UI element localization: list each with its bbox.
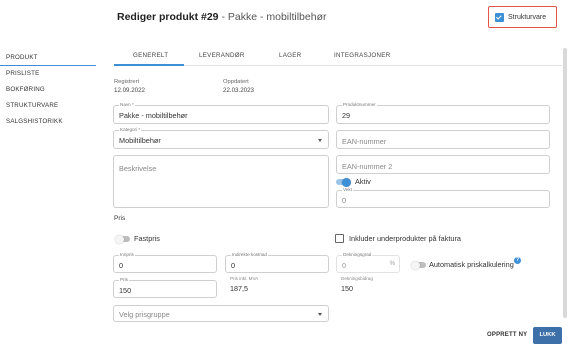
strukturvare-checkbox[interactable]: Strukturvare [488, 6, 557, 28]
chevron-down-icon [318, 139, 322, 142]
kategori-value: Mobiltilbehør [119, 136, 161, 145]
chevron-down-icon [318, 313, 322, 316]
prisgruppe-select[interactable]: Velg prisgruppe [113, 305, 329, 322]
sidebar-item-salgshistorikk[interactable]: SALGSHISTORIKK [0, 114, 96, 130]
toggle-knob [411, 260, 420, 270]
toggle-knob [115, 234, 124, 244]
sidebar-item-prisliste[interactable]: PRISLISTE [0, 66, 96, 82]
pris-field[interactable]: Pris 150 [113, 277, 217, 298]
kategori-select[interactable]: Kategori * Mobiltilbehør [113, 127, 329, 149]
dekningsbidrag-label: Dekningsbidrag [341, 276, 373, 281]
aktiv-toggle[interactable] [336, 177, 351, 187]
tab-bar: GENERELT LEVERANDØR LAGER INTEGRASJONER [114, 48, 562, 66]
prisgruppe-placeholder: Velg prisgruppe [119, 310, 170, 319]
pris-value: 150 [119, 286, 132, 295]
ean-placeholder: EAN-nummer [342, 137, 387, 146]
dekningsbidrag-value: 150 [341, 284, 353, 293]
oppdatert-value: 22.03.2023 [223, 87, 254, 94]
oppdatert-label: Oppdatert [223, 79, 249, 85]
help-icon[interactable]: ? [514, 257, 521, 264]
sidebar-item-bokforing[interactable]: BOKFØRING [0, 82, 96, 98]
ean2-field[interactable]: EAN-nummer 2 [336, 155, 550, 174]
kategori-label: Kategori * [119, 127, 142, 132]
dekningsgrad-value: 0 [342, 261, 347, 270]
beskrivelse-textarea[interactable]: Beskrivelse [113, 155, 329, 208]
fastpris-toggle[interactable] [115, 234, 130, 244]
automatisk-priskalkulering-toggle[interactable] [411, 260, 426, 270]
pris-inkl-mva-value: 187,5 [230, 284, 248, 293]
indirekte-kostnad-label: Indirekte kostnad [231, 252, 268, 257]
navn-label: Navn * [119, 102, 135, 107]
navn-field[interactable]: Navn * Pakke - mobiltilbehør [113, 102, 329, 124]
tab-leverandor[interactable]: LEVERANDØR [199, 52, 245, 59]
registrert-value: 12.09.2022 [114, 87, 145, 94]
pris-inkl-mva-label: Pris inkl. MVA [230, 276, 259, 281]
percent-unit: % [389, 261, 395, 267]
sidebar: PRODUKT PRISLISTE BOKFØRING STRUKTURVARE… [0, 50, 96, 130]
indirekte-kostnad-field[interactable]: Indirekte kostnad 0 [225, 252, 329, 273]
produktnummer-label: Produktnummer [342, 102, 377, 107]
aktiv-label: Aktiv [355, 177, 371, 186]
sidebar-item-produkt[interactable]: PRODUKT [0, 50, 96, 66]
page-title: Rediger produkt #29 - Pakke - mobiltilbe… [117, 11, 327, 23]
tab-lager[interactable]: LAGER [279, 52, 301, 59]
pris-label: Pris [119, 277, 129, 282]
dekningsgrad-label: Dekningsgrad [342, 252, 373, 257]
toggle-knob [342, 177, 351, 187]
tab-generelt[interactable]: GENERELT [133, 52, 168, 59]
vekt-value: 0 [342, 196, 347, 205]
lukk-button[interactable]: LUKK [533, 327, 562, 344]
automatisk-priskalkulering-label: Automatisk priskalkulering [429, 260, 514, 269]
ean-field[interactable]: EAN-nummer [336, 130, 550, 149]
registrert-label: Registrert [114, 79, 140, 85]
beskrivelse-placeholder: Beskrivelse [119, 164, 157, 173]
strukturvare-label: Strukturvare [508, 13, 547, 21]
opprett-ny-button[interactable]: OPPRETT NY [487, 332, 527, 338]
inkluder-underprodukter-label: Inkluder underprodukter på faktura [349, 234, 461, 243]
produktnummer-field[interactable]: Produktnummer 29 [336, 102, 550, 124]
innpris-field[interactable]: Innpris 0 [113, 252, 217, 273]
checkbox-checked-icon [495, 12, 504, 22]
fastpris-label: Fastpris [134, 234, 160, 243]
vekt-label: Vekt [342, 187, 353, 192]
scrollbar[interactable] [563, 48, 567, 318]
innpris-value: 0 [119, 261, 124, 270]
tab-integrasjoner[interactable]: INTEGRASJONER [334, 52, 391, 59]
pris-section-title: Pris [114, 215, 126, 222]
vekt-field[interactable]: Vekt 0 [336, 187, 550, 208]
navn-value: Pakke - mobiltilbehør [119, 111, 188, 120]
indirekte-kostnad-value: 0 [231, 261, 236, 270]
sidebar-item-strukturvare[interactable]: STRUKTURVARE [0, 98, 96, 114]
produktnummer-value: 29 [342, 111, 351, 120]
innpris-label: Innpris [119, 252, 135, 257]
inkluder-underprodukter-checkbox[interactable] [335, 234, 344, 243]
ean2-placeholder: EAN-nummer 2 [342, 162, 393, 171]
active-tab-indicator [114, 64, 184, 66]
dekningsgrad-field[interactable]: Dekningsgrad 0 % [336, 252, 400, 273]
